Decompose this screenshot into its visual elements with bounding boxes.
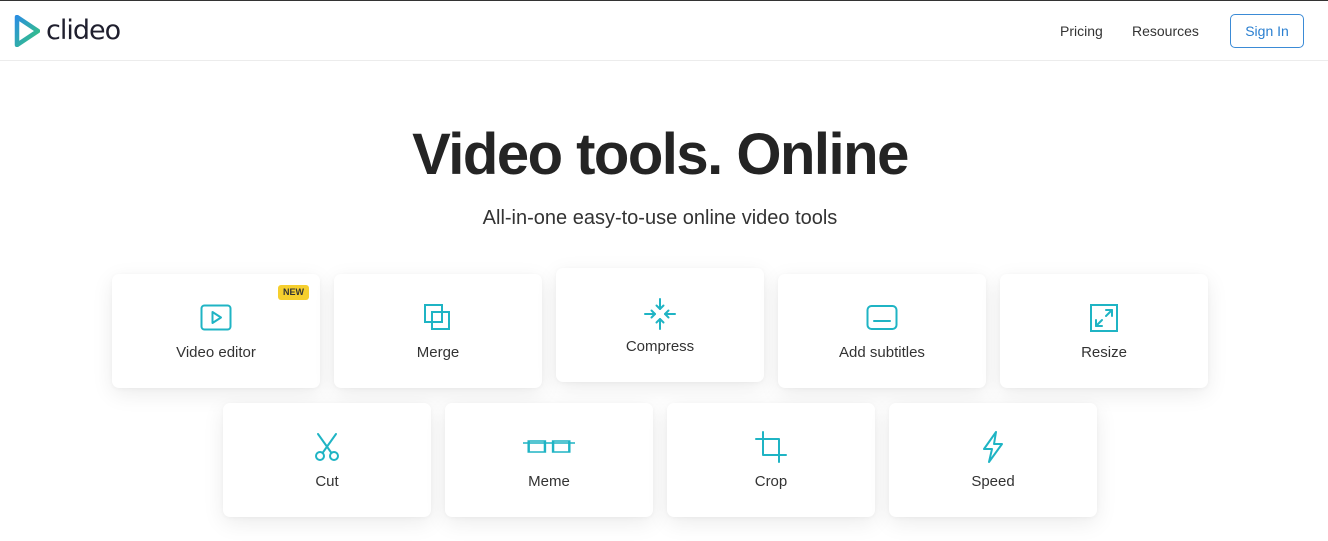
- lightning-icon: [983, 431, 1003, 463]
- tool-label: Merge: [416, 344, 460, 361]
- play-icon: [200, 304, 232, 331]
- tool-label: Video editor: [176, 344, 256, 361]
- tool-label: Resize: [1081, 344, 1127, 361]
- tool-label: Add subtitles: [839, 344, 925, 361]
- tool-label: Crop: [754, 473, 788, 490]
- crop-icon: [755, 431, 787, 463]
- tool-card-resize[interactable]: Resize: [1000, 274, 1208, 388]
- tool-label: Cut: [315, 473, 339, 490]
- merge-icon: [424, 304, 450, 330]
- tool-label: Compress: [625, 338, 695, 355]
- tool-card-speed[interactable]: Speed: [889, 403, 1097, 517]
- tool-card-crop[interactable]: Crop: [667, 403, 875, 517]
- tool-card-video-editor[interactable]: NEW Video editor: [112, 274, 320, 388]
- page-subtitle: All-in-one easy-to-use online video tool…: [482, 207, 838, 229]
- new-badge: NEW: [278, 285, 309, 300]
- sign-in-button[interactable]: Sign In: [1230, 14, 1304, 48]
- tool-card-merge[interactable]: Merge: [334, 274, 542, 388]
- page-title: Video tools. Online: [412, 122, 909, 187]
- logo[interactable]: clideo: [14, 15, 121, 47]
- compress-icon: [644, 298, 676, 330]
- tool-card-compress[interactable]: Compress: [556, 268, 764, 382]
- nav-resources-link[interactable]: Resources: [1132, 22, 1199, 40]
- nav-pricing-link[interactable]: Pricing: [1060, 22, 1103, 40]
- logo-text: clideo: [46, 15, 121, 46]
- tool-card-meme[interactable]: Meme: [445, 403, 653, 517]
- clideo-logo-icon: [14, 15, 40, 47]
- scissors-icon: [315, 433, 339, 461]
- tool-label: Speed: [971, 473, 1015, 490]
- resize-icon: [1090, 304, 1118, 332]
- tool-card-add-subtitles[interactable]: Add subtitles: [778, 274, 986, 388]
- tool-label: Meme: [528, 473, 570, 490]
- subtitles-icon: [866, 305, 898, 330]
- meme-icon: [523, 440, 575, 453]
- tool-card-cut[interactable]: Cut: [223, 403, 431, 517]
- header: clideo Pricing Resources Sign In: [0, 1, 1328, 61]
